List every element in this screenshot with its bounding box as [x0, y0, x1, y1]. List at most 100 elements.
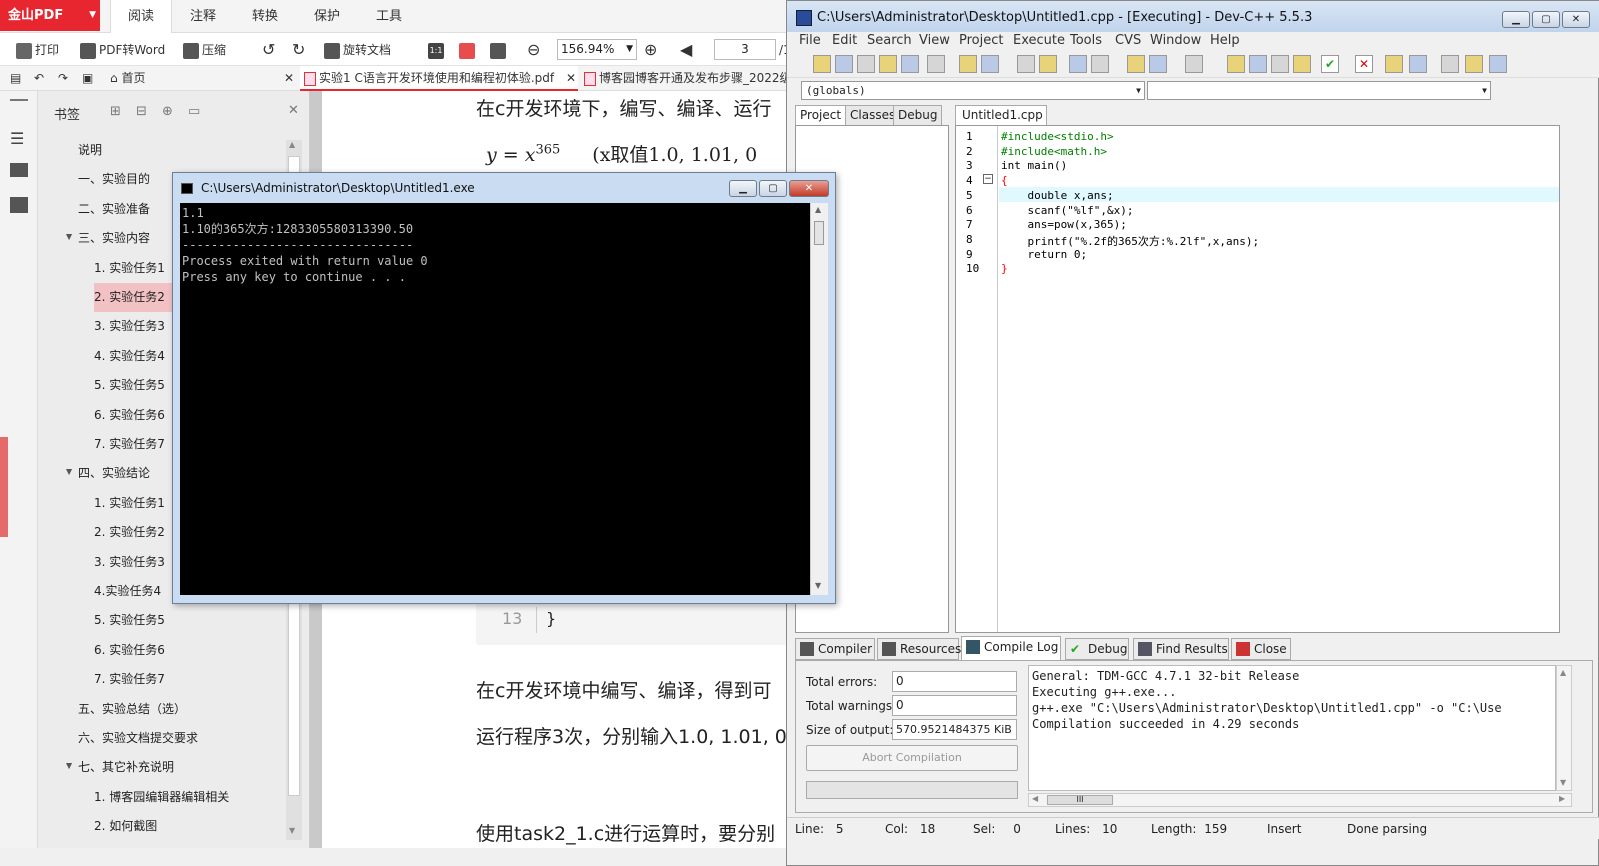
- scroll-down-icon[interactable]: ▼: [815, 581, 821, 590]
- run-icon[interactable]: [1249, 55, 1267, 73]
- unindent-icon[interactable]: [1127, 55, 1145, 73]
- menu-cvs[interactable]: CVS: [1115, 33, 1141, 48]
- zoom-out-button[interactable]: ⊖: [527, 39, 540, 61]
- stop-icon[interactable]: ✕: [1355, 55, 1373, 73]
- console-scrollbar[interactable]: ▲ ▼: [810, 203, 828, 595]
- prev-page-button[interactable]: ◀: [680, 39, 692, 61]
- errors-field[interactable]: 0: [892, 671, 1017, 692]
- expand-caret-icon[interactable]: ▲: [66, 468, 72, 477]
- goto-line-icon[interactable]: [1069, 55, 1087, 73]
- tab-classes[interactable]: Classes: [845, 105, 901, 126]
- tab-document-active[interactable]: 实验1 C语言开发环境使用和编程初体验.pdf: [300, 66, 578, 91]
- syntax-check-icon[interactable]: ✔: [1321, 55, 1339, 73]
- bookmark-item[interactable]: 7. 实验任务7: [94, 665, 284, 694]
- output-size-field[interactable]: 570.9521484375 KiB: [892, 719, 1017, 740]
- log-vertical-scrollbar[interactable]: ▲ ▼: [1556, 665, 1572, 791]
- tab-close-document[interactable]: ✕: [566, 66, 576, 91]
- tab-convert[interactable]: 转换: [234, 0, 296, 33]
- tab-compile-log[interactable]: Compile Log: [961, 636, 1061, 660]
- save-icon[interactable]: [857, 55, 875, 73]
- restore-button[interactable]: ▢: [759, 180, 787, 197]
- fold-toggle-icon[interactable]: −: [983, 174, 993, 184]
- actual-size-button[interactable]: 1:1: [428, 39, 447, 61]
- close-button[interactable]: ✕: [789, 180, 829, 197]
- tab-find-results[interactable]: Find Results: [1133, 638, 1229, 660]
- bookmark-item[interactable]: 七、其它补充说明: [78, 753, 284, 782]
- member-select[interactable]: ▼: [1147, 81, 1491, 100]
- zoom-in-button[interactable]: ⊕: [644, 39, 657, 61]
- print-button[interactable]: 打印: [16, 39, 59, 61]
- tab-protect[interactable]: 保护: [296, 0, 358, 33]
- bookmark-list-icon[interactable]: ☰: [10, 129, 28, 148]
- scroll-thumb[interactable]: [814, 221, 824, 245]
- tab-document-2[interactable]: 博客园博客开通及发布步骤_2022级: [584, 66, 800, 91]
- menu-tools[interactable]: Tools: [1070, 33, 1102, 48]
- scroll-thumb[interactable]: III: [1047, 795, 1113, 805]
- tab-close-home[interactable]: ✕: [284, 66, 294, 91]
- find-icon[interactable]: [1017, 55, 1035, 73]
- log-horizontal-scrollbar[interactable]: ◀ III ▶: [1028, 793, 1572, 807]
- bookmark-item[interactable]: 6. 实验任务6: [94, 636, 284, 665]
- compile-icon[interactable]: [1227, 55, 1245, 73]
- editor-tab[interactable]: Untitled1.cpp: [955, 105, 1047, 125]
- tab-annotate[interactable]: 注释: [172, 0, 234, 33]
- expand-caret-icon[interactable]: ▲: [66, 762, 72, 771]
- add-bookmark-icon[interactable]: ⊕: [162, 104, 173, 119]
- tab-debug-output[interactable]: ✔ Debug: [1065, 638, 1129, 660]
- scope-select[interactable]: (globals) ▼: [801, 81, 1145, 100]
- add-file-icon[interactable]: [1465, 55, 1483, 73]
- console-output[interactable]: 1.1 1.10的365次方:1283305580313390.50 -------…: [180, 203, 810, 595]
- bookmark-item[interactable]: 5. 实验任务5: [94, 606, 284, 635]
- tab-resources[interactable]: Resources: [877, 638, 961, 660]
- bookmark-item[interactable]: 2. 如何截图: [94, 812, 284, 841]
- close-button[interactable]: ✕: [1562, 11, 1590, 28]
- bookmark-options-icon[interactable]: ▭: [188, 104, 200, 119]
- menu-project[interactable]: Project: [959, 33, 1003, 48]
- fit-page-button[interactable]: [490, 39, 509, 61]
- profile-icon[interactable]: [1385, 55, 1403, 73]
- scroll-up-icon[interactable]: ▲: [1560, 668, 1566, 677]
- tab-close-panel[interactable]: Close: [1231, 638, 1291, 660]
- bookmark-item[interactable]: 说明: [78, 136, 284, 165]
- menu-search[interactable]: Search: [867, 33, 912, 48]
- redo-icon[interactable]: [981, 55, 999, 73]
- scroll-down-icon[interactable]: ▼: [1560, 778, 1566, 787]
- close-file-icon[interactable]: [901, 55, 919, 73]
- bookmark-item[interactable]: 五、实验总结（选）: [78, 695, 284, 724]
- brand-menu-button[interactable]: 金山PDF ▼: [0, 0, 100, 31]
- abort-compilation-button[interactable]: Abort Compilation: [806, 745, 1018, 771]
- menu-edit[interactable]: Edit: [832, 33, 857, 48]
- warnings-field[interactable]: 0: [892, 695, 1017, 716]
- devcpp-titlebar[interactable]: C:\Users\Administrator\Desktop\Untitled1…: [787, 1, 1599, 33]
- minimize-button[interactable]: ▁: [1502, 11, 1530, 28]
- indent-icon[interactable]: [1091, 55, 1109, 73]
- rebuild-icon[interactable]: [1293, 55, 1311, 73]
- fit-width-button[interactable]: [459, 39, 478, 61]
- tab-compiler[interactable]: Compiler: [795, 638, 875, 660]
- collapse-icon[interactable]: [10, 97, 28, 101]
- save-button[interactable]: ▣: [82, 66, 93, 91]
- restore-button[interactable]: ▢: [1532, 11, 1560, 28]
- word-convert-icon[interactable]: [10, 197, 28, 213]
- tab-debug[interactable]: Debug: [893, 105, 943, 126]
- tab-tools[interactable]: 工具: [358, 0, 420, 33]
- menu-execute[interactable]: Execute: [1013, 33, 1065, 48]
- collapse-all-icon[interactable]: ⊟: [136, 104, 147, 119]
- replace-icon[interactable]: [1039, 55, 1057, 73]
- bookmark-item[interactable]: 六、实验文档提交要求: [78, 724, 284, 753]
- scroll-right-icon[interactable]: ▶: [1559, 794, 1565, 803]
- scroll-left-icon[interactable]: ◀: [1032, 794, 1038, 803]
- tab-project[interactable]: Project: [795, 105, 847, 126]
- scroll-up-icon[interactable]: ▲: [289, 140, 295, 149]
- print-icon[interactable]: [927, 55, 945, 73]
- scroll-up-icon[interactable]: ▲: [815, 205, 821, 214]
- scroll-down-icon[interactable]: ▼: [289, 826, 295, 835]
- new-project-icon[interactable]: [1441, 55, 1459, 73]
- zoom-select[interactable]: 156.94% ▼: [557, 39, 637, 60]
- undo-icon[interactable]: [959, 55, 977, 73]
- bookmark-icon[interactable]: [1149, 55, 1167, 73]
- close-icon[interactable]: ✕: [288, 103, 299, 118]
- toggle-icon[interactable]: [1185, 55, 1203, 73]
- menu-file[interactable]: File: [799, 33, 821, 48]
- delete-profile-icon[interactable]: [1409, 55, 1427, 73]
